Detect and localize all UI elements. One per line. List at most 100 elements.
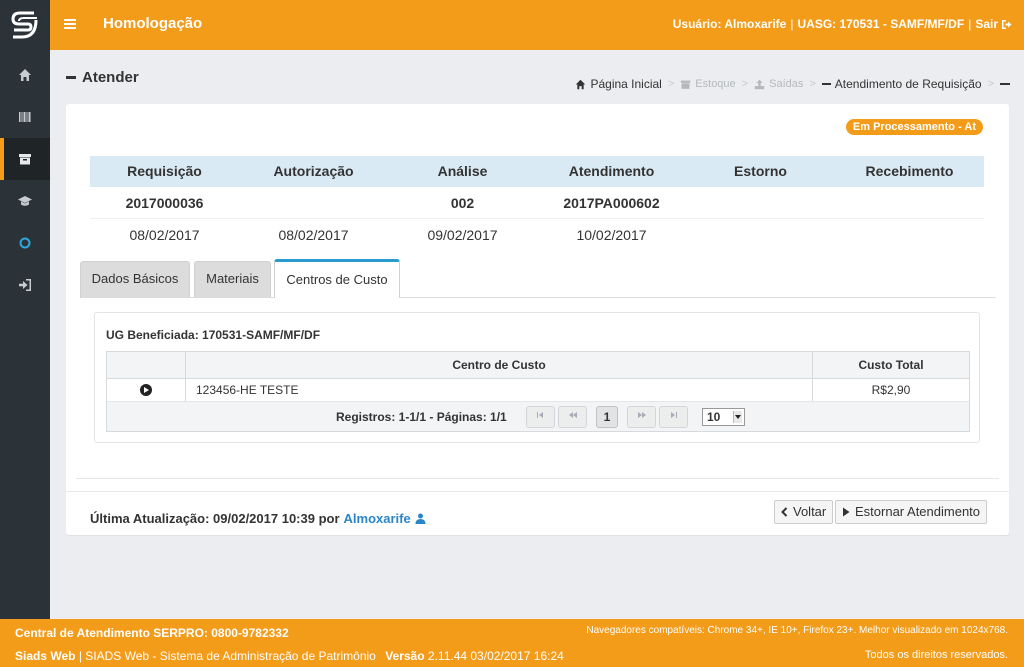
breadcrumb-saidas[interactable]: Saídas xyxy=(754,78,803,90)
sidebar-item-barcode[interactable] xyxy=(0,96,50,138)
app-logo[interactable] xyxy=(0,0,50,50)
top-bar: Homologação Usuário: Almoxarife | UASG: … xyxy=(0,0,1024,50)
summary-cell: 2017PA000602 xyxy=(563,195,660,211)
pager: Registros: 1-1/1 - Páginas: 1/1 1 10 xyxy=(107,402,969,431)
summary-cell xyxy=(686,219,835,251)
summary-header: Autorização xyxy=(273,163,354,179)
sidebar-item-circle[interactable] xyxy=(0,222,50,264)
sidebar-item-home[interactable] xyxy=(0,54,50,96)
chevron-down-icon xyxy=(733,411,742,423)
page-number-button[interactable]: 1 xyxy=(596,406,618,428)
estornar-button-label: Estornar Atendimento xyxy=(855,504,981,519)
grid-header-custo[interactable]: Custo Total xyxy=(813,352,969,378)
prev-page-button[interactable] xyxy=(558,406,587,428)
chevron-left-icon xyxy=(781,507,788,517)
first-page-button[interactable] xyxy=(526,406,555,428)
minus-icon xyxy=(821,83,831,85)
main-panel: Em Processamento - At Requisição Autoriz… xyxy=(66,104,1009,535)
tab-bar: Dados Básicos Materiais Centros de Custo xyxy=(80,259,996,298)
breadcrumb-home-label: Página Inicial xyxy=(590,77,662,91)
system-info: Siads Web | SIADS Web - Sistema de Admin… xyxy=(15,649,564,663)
breadcrumb-separator: > xyxy=(667,78,675,90)
uasg-label: UASG: 170531 - SAMF/MF/DF xyxy=(797,17,965,31)
app-footer: Central de Atendimento SERPRO: 0800-9782… xyxy=(0,619,1024,667)
tab-materiais[interactable]: Materiais xyxy=(194,261,271,298)
table-row[interactable]: 123456-HE TESTE R$2,90 xyxy=(107,379,969,402)
logout-label: Sair xyxy=(975,17,998,31)
status-badge: Em Processamento - At xyxy=(845,119,983,135)
sidebar-item-sign-in[interactable] xyxy=(0,264,50,306)
breadcrumb-home[interactable]: Página Inicial xyxy=(575,77,662,91)
central-atendimento: Central de Atendimento SERPRO: 0800-9782… xyxy=(15,626,289,640)
summary-header-row: Requisição Autorização Análise Atendimen… xyxy=(90,156,984,187)
logo-icon xyxy=(11,11,38,39)
back-button[interactable]: Voltar xyxy=(774,500,834,524)
home-icon xyxy=(19,69,31,81)
breadcrumb-estoque-label: Estoque xyxy=(695,78,736,90)
sidebar-item-archive[interactable] xyxy=(0,138,50,180)
last-update-label: Última Atualização: 09/02/2017 10:39 por xyxy=(90,511,340,526)
last-page-button[interactable] xyxy=(659,406,688,428)
logout-link[interactable]: Sair xyxy=(975,17,1012,31)
centros-grid: Centro de Custo Custo Total 123456-HE TE… xyxy=(106,351,970,432)
page-size-value: 10 xyxy=(707,410,721,424)
last-update: Última Atualização: 09/02/2017 10:39 por… xyxy=(90,511,426,526)
siads-description: | SIADS Web - Sistema de Administração d… xyxy=(78,649,376,663)
breadcrumb-estoque[interactable]: Estoque xyxy=(680,78,736,90)
grid-header-centro[interactable]: Centro de Custo xyxy=(186,352,813,378)
summary-cell: 09/02/2017 xyxy=(427,227,498,243)
expand-row-icon[interactable] xyxy=(140,384,152,396)
divider xyxy=(76,478,999,479)
summary-cell: 08/02/2017 xyxy=(278,227,349,243)
hamburger-icon xyxy=(64,19,76,29)
sidebar-item-graduation[interactable] xyxy=(0,180,50,222)
breadcrumb-saidas-label: Saídas xyxy=(769,78,804,90)
siads-name: Siads Web xyxy=(15,649,76,663)
user-link[interactable]: Almoxarife xyxy=(344,511,426,526)
breadcrumb-separator: > xyxy=(741,78,749,90)
centros-panel: UG Beneficiada: 170531-SAMF/MF/DF Centro… xyxy=(94,312,980,443)
summary-cell: 2017000036 xyxy=(125,195,204,211)
summary-cell: 10/02/2017 xyxy=(576,227,647,243)
last-page-icon xyxy=(671,412,677,418)
summary-table: Requisição Autorização Análise Atendimen… xyxy=(90,156,984,251)
minus-icon xyxy=(1000,83,1010,85)
summary-header: Requisição xyxy=(127,163,202,179)
graduation-cap-icon xyxy=(18,196,32,206)
home-icon xyxy=(576,79,586,89)
grid-header-expand xyxy=(107,352,186,378)
summary-cell xyxy=(239,187,388,218)
export-icon xyxy=(754,79,765,89)
app-title: Homologação xyxy=(103,15,203,32)
estornar-button[interactable]: Estornar Atendimento xyxy=(835,500,988,524)
version-label: Versão xyxy=(385,649,425,663)
next-page-icon xyxy=(637,412,646,418)
summary-cell: 002 xyxy=(450,195,475,211)
menu-toggle-button[interactable] xyxy=(64,16,76,32)
breadcrumb-current: Atendimento de Requisição xyxy=(821,77,982,91)
grid-cell-custo: R$2,90 xyxy=(871,383,911,397)
page-title-text: Atender xyxy=(82,69,139,86)
breadcrumb-separator: > xyxy=(987,78,994,90)
play-icon xyxy=(843,507,850,517)
tab-centros-de-custo[interactable]: Centros de Custo xyxy=(274,259,400,298)
summary-cell xyxy=(686,187,835,218)
minus-icon xyxy=(66,76,76,79)
pager-text: Registros: 1-1/1 - Páginas: 1/1 xyxy=(336,410,507,424)
separator: | xyxy=(790,17,794,31)
user-link-label: Almoxarife xyxy=(343,511,411,526)
archive-icon xyxy=(19,154,31,165)
user-label: Usuário: Almoxarife xyxy=(672,17,787,31)
browser-compat: Navegadores compatíveis: Chrome 34+, IE … xyxy=(586,625,1008,636)
tab-dados-basicos[interactable]: Dados Básicos xyxy=(80,261,190,298)
barcode-icon xyxy=(19,112,31,122)
user-icon xyxy=(415,513,426,524)
grid-cell-expand xyxy=(107,379,186,401)
breadcrumb: Página Inicial > Estoque > Saídas > Aten… xyxy=(575,77,1010,91)
page-size-select[interactable]: 10 xyxy=(702,408,745,426)
sign-in-icon xyxy=(19,279,31,291)
summary-header: Estorno xyxy=(734,163,787,179)
next-page-button[interactable] xyxy=(627,406,656,428)
grid-header-row: Centro de Custo Custo Total xyxy=(107,352,969,379)
summary-cell xyxy=(835,219,984,251)
